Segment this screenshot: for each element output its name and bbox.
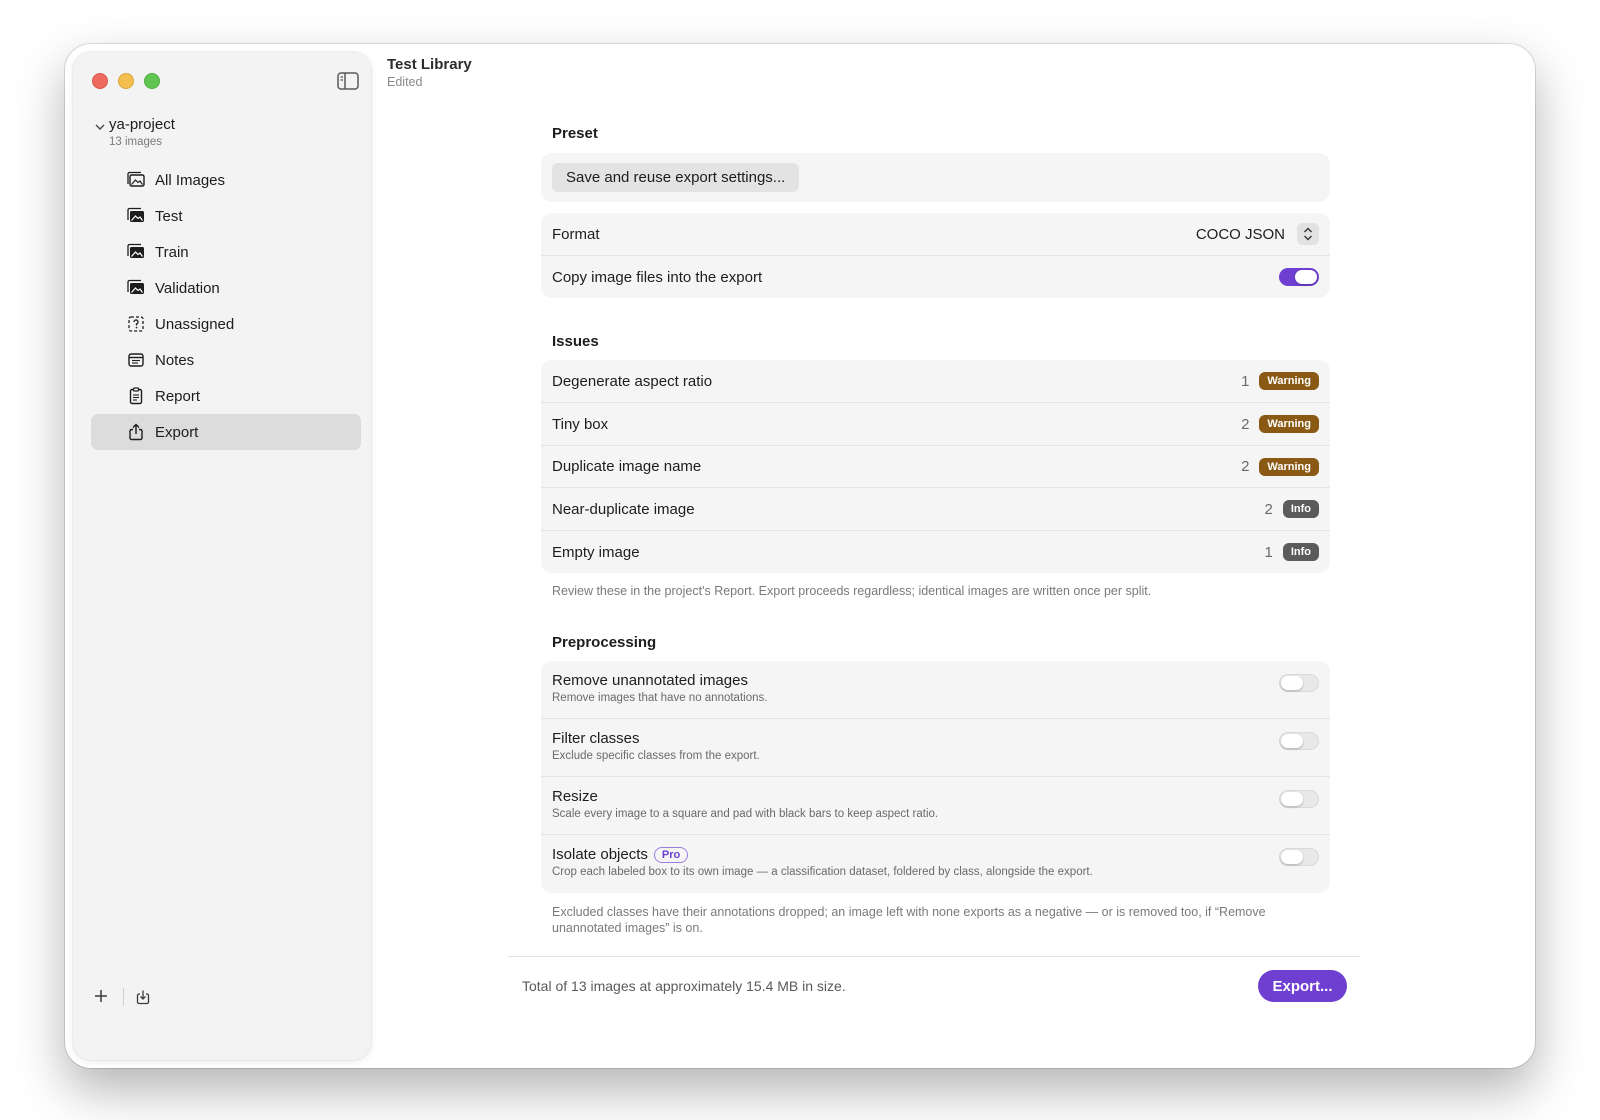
issue-row: Near-duplicate image 2 Info — [541, 488, 1330, 531]
add-icon[interactable] — [93, 988, 109, 1004]
issue-row: Degenerate aspect ratio 1 Warning — [541, 360, 1330, 403]
sidebar: ya-project 13 images All Images Test Tra… — [73, 52, 371, 1060]
window-subtitle: Edited — [387, 75, 423, 89]
photo-stack-filled-icon — [127, 243, 144, 258]
issue-count: 2 — [1241, 415, 1250, 433]
issue-count: 2 — [1264, 500, 1273, 518]
preprocessing-row: Resize Scale every image to a square and… — [541, 777, 1330, 835]
copy-files-row: Copy image files into the export — [541, 256, 1330, 298]
copy-files-toggle[interactable] — [1279, 268, 1319, 286]
info-badge: Info — [1282, 500, 1319, 518]
sidebar-toggle-icon[interactable] — [337, 72, 359, 90]
info-badge: Info — [1282, 543, 1319, 561]
footer-divider — [508, 956, 1360, 957]
filter-classes-toggle[interactable] — [1279, 732, 1319, 750]
isolate-objects-toggle[interactable] — [1279, 848, 1319, 866]
preprocessing-card: Remove unannotated images Remove images … — [541, 661, 1330, 893]
zoom-window-button[interactable] — [144, 73, 160, 89]
export-button[interactable]: Export... — [1258, 970, 1347, 1002]
format-card: Format COCO JSON Copy image files into t… — [541, 213, 1330, 298]
section-title-preprocessing: Preprocessing — [552, 634, 657, 651]
format-row: Format COCO JSON — [541, 213, 1330, 256]
sidebar-item-label: Notes — [155, 351, 195, 369]
issue-label: Near-duplicate image — [552, 500, 695, 518]
chevron-up-down-icon[interactable] — [1297, 223, 1319, 245]
sidebar-item-all-images[interactable]: All Images — [91, 162, 361, 198]
option-label: Remove unannotated images — [552, 672, 748, 689]
sidebar-item-label: Train — [155, 243, 189, 261]
share-icon — [129, 423, 143, 441]
project-name[interactable]: ya-project — [109, 116, 175, 133]
format-value[interactable]: COCO JSON — [1196, 226, 1285, 243]
close-window-button[interactable] — [92, 73, 108, 89]
sidebar-item-train[interactable]: Train — [91, 234, 361, 270]
remove-unannotated-toggle[interactable] — [1279, 674, 1319, 692]
notes-icon — [128, 353, 144, 367]
issue-count: 2 — [1241, 458, 1250, 475]
issue-row: Empty image 1 Info — [541, 531, 1330, 573]
pro-badge: Pro — [653, 847, 689, 863]
warning-badge: Warning — [1259, 415, 1319, 433]
clipboard-icon — [129, 387, 143, 405]
window-title: Test Library — [387, 56, 472, 73]
resize-toggle[interactable] — [1279, 790, 1319, 808]
issues-note: Review these in the project's Report. Ex… — [552, 584, 1152, 598]
preprocessing-note: Excluded classes have their annotations … — [552, 905, 1266, 935]
format-label: Format — [552, 225, 600, 243]
option-description: Remove images that have no annotations. — [552, 692, 768, 704]
option-description: Crop each labeled box to its own image —… — [552, 866, 1093, 878]
sidebar-item-label: Export — [155, 423, 199, 441]
preset-row: Save and reuse export settings... — [541, 153, 1330, 202]
photo-stack-filled-icon — [127, 279, 144, 294]
copy-files-label: Copy image files into the export — [552, 268, 763, 286]
save-preset-button[interactable]: Save and reuse export settings... — [552, 163, 800, 192]
preprocessing-row: Isolate objects Pro Crop each labeled box… — [541, 835, 1330, 893]
section-title-preset: Preset — [552, 125, 598, 142]
sidebar-nav: All Images Test Train Validation Unassig… — [91, 162, 361, 450]
export-summary: Total of 13 images at approximately 15.4… — [522, 978, 846, 994]
sidebar-item-label: Test — [155, 207, 183, 225]
issue-count: 1 — [1241, 372, 1250, 390]
issue-label: Degenerate aspect ratio — [552, 372, 713, 390]
sidebar-item-notes[interactable]: Notes — [91, 342, 361, 378]
option-label-group: Isolate objects Pro — [552, 846, 1093, 863]
issue-count: 1 — [1264, 543, 1273, 561]
photo-stack-icon — [127, 171, 145, 187]
sidebar-item-validation[interactable]: Validation — [91, 270, 361, 306]
chevron-down-icon[interactable] — [95, 122, 105, 132]
warning-badge: Warning — [1259, 457, 1319, 476]
app-window: ya-project 13 images All Images Test Tra… — [65, 44, 1535, 1068]
preprocessing-row: Remove unannotated images Remove images … — [541, 661, 1330, 719]
issue-row: Tiny box 2 Warning — [541, 403, 1330, 446]
option-label: Filter classes — [552, 730, 640, 747]
sidebar-item-unassigned[interactable]: Unassigned — [91, 306, 361, 342]
sidebar-item-export[interactable]: Export — [91, 414, 361, 450]
sidebar-item-label: Validation — [155, 279, 220, 297]
option-description: Exclude specific classes from the export… — [552, 750, 760, 762]
issue-label: Tiny box — [552, 415, 609, 433]
project-image-count: 13 images — [109, 136, 163, 148]
issues-card: Degenerate aspect ratio 1 Warning Tiny b… — [541, 360, 1330, 573]
sidebar-item-label: All Images — [155, 171, 226, 189]
photo-stack-filled-icon — [127, 207, 144, 222]
format-select[interactable]: COCO JSON — [1196, 223, 1319, 245]
sidebar-item-report[interactable]: Report — [91, 378, 361, 414]
issue-label: Duplicate image name — [552, 458, 702, 475]
option-label: Resize — [552, 788, 598, 805]
option-description: Scale every image to a square and pad wi… — [552, 808, 939, 820]
sidebar-item-label: Unassigned — [155, 315, 235, 333]
preset-card: Save and reuse export settings... — [541, 153, 1330, 202]
minimize-window-button[interactable] — [118, 73, 134, 89]
issue-label: Empty image — [552, 543, 640, 561]
dashed-question-icon — [128, 316, 144, 332]
section-title-issues: Issues — [552, 333, 599, 350]
sidebar-item-label: Report — [155, 387, 201, 405]
option-label: Isolate objects — [552, 846, 648, 863]
issue-row: Duplicate image name 2 Warning — [541, 446, 1330, 488]
sidebar-bottom-divider — [123, 988, 124, 1006]
preprocessing-row: Filter classes Exclude specific classes … — [541, 719, 1330, 777]
warning-badge: Warning — [1259, 372, 1319, 390]
sidebar-item-test[interactable]: Test — [91, 198, 361, 234]
import-icon[interactable] — [135, 989, 151, 1005]
